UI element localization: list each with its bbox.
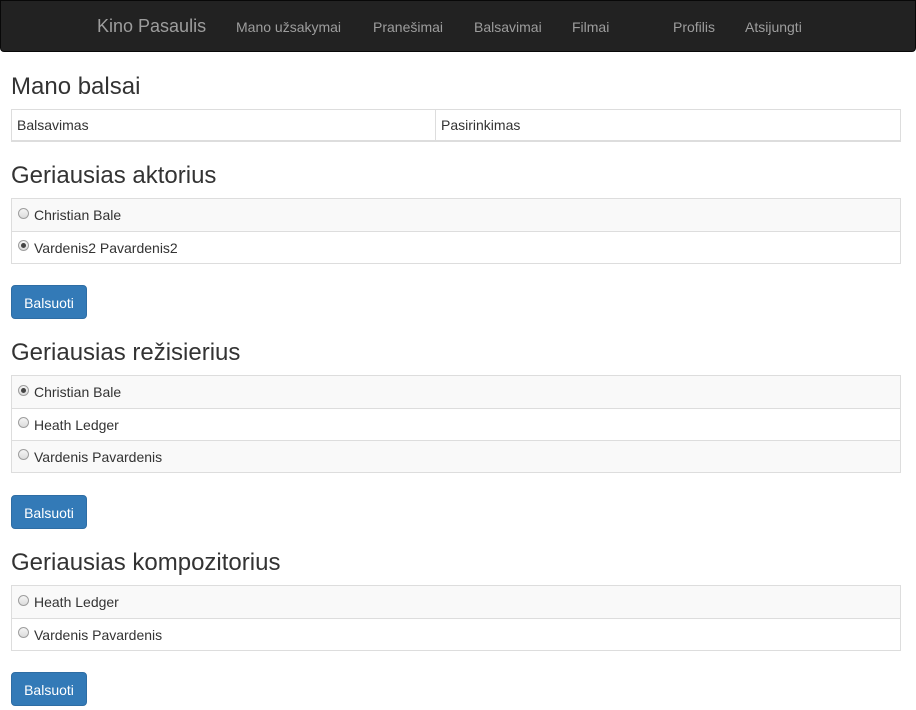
nav-logout[interactable]: Atsijungti [745,19,802,35]
poll-title-composer: Geriausias kompozitorius [11,549,281,576]
option-row[interactable]: Heath Ledger [12,408,900,440]
radio-button-checked[interactable] [18,384,29,396]
poll-title-director: Geriausias režisierius [11,339,241,366]
vote-button-director[interactable]: Balsuoti [11,495,87,529]
brand-link[interactable]: Kino Pasaulis [97,16,206,37]
my-votes-table: Balsavimas Pasirinkimas [11,109,901,142]
column-header-choice: Pasirinkimas [441,117,521,133]
radio-button-checked[interactable] [18,240,29,251]
option-label: Christian Bale [34,384,122,400]
nav-movies[interactable]: Filmai [572,19,609,35]
option-label: Vardenis Pavardenis [34,448,163,465]
option-row[interactable]: Vardenis Pavardenis [12,440,900,472]
nav-notifications[interactable]: Pranešimai [373,19,443,35]
vote-button-actor[interactable]: Balsuoti [11,285,87,319]
option-label: Christian Bale [34,207,122,223]
option-row[interactable]: Vardenis2 Pavardenis2 [12,231,900,263]
radio-button[interactable] [18,417,29,428]
radio-button[interactable] [18,207,29,219]
poll-options-composer: Heath Ledger Vardenis Pavardenis [11,585,901,651]
top-navbar: Kino Pasaulis Mano užsakymai Pranešimai … [0,0,916,52]
option-row[interactable]: Heath Ledger [12,586,900,618]
nav-votings[interactable]: Balsavimai [474,19,542,35]
radio-button[interactable] [18,449,29,460]
nav-profile[interactable]: Profilis [673,19,715,35]
radio-button[interactable] [18,627,29,638]
poll-options-actor: Christian Bale Vardenis2 Pavardenis2 [11,198,901,264]
option-row[interactable]: Christian Bale [12,199,900,231]
option-label: Vardenis Pavardenis [34,626,163,643]
option-label: Heath Ledger [34,594,119,610]
my-votes-title: Mano balsai [11,73,141,100]
option-label: Vardenis2 Pavardenis2 [34,239,178,256]
option-row[interactable]: Christian Bale [12,376,900,408]
poll-title-actor: Geriausias aktorius [11,162,217,189]
column-header-voting: Balsavimas [12,110,436,140]
nav-my-orders[interactable]: Mano užsakymai [236,19,341,35]
poll-options-director: Christian Bale Heath Ledger Vardenis Pav… [11,375,901,473]
radio-button[interactable] [18,594,29,606]
option-row[interactable]: Vardenis Pavardenis [12,618,900,650]
option-label: Heath Ledger [34,416,119,433]
vote-button-composer[interactable]: Balsuoti [11,672,87,706]
